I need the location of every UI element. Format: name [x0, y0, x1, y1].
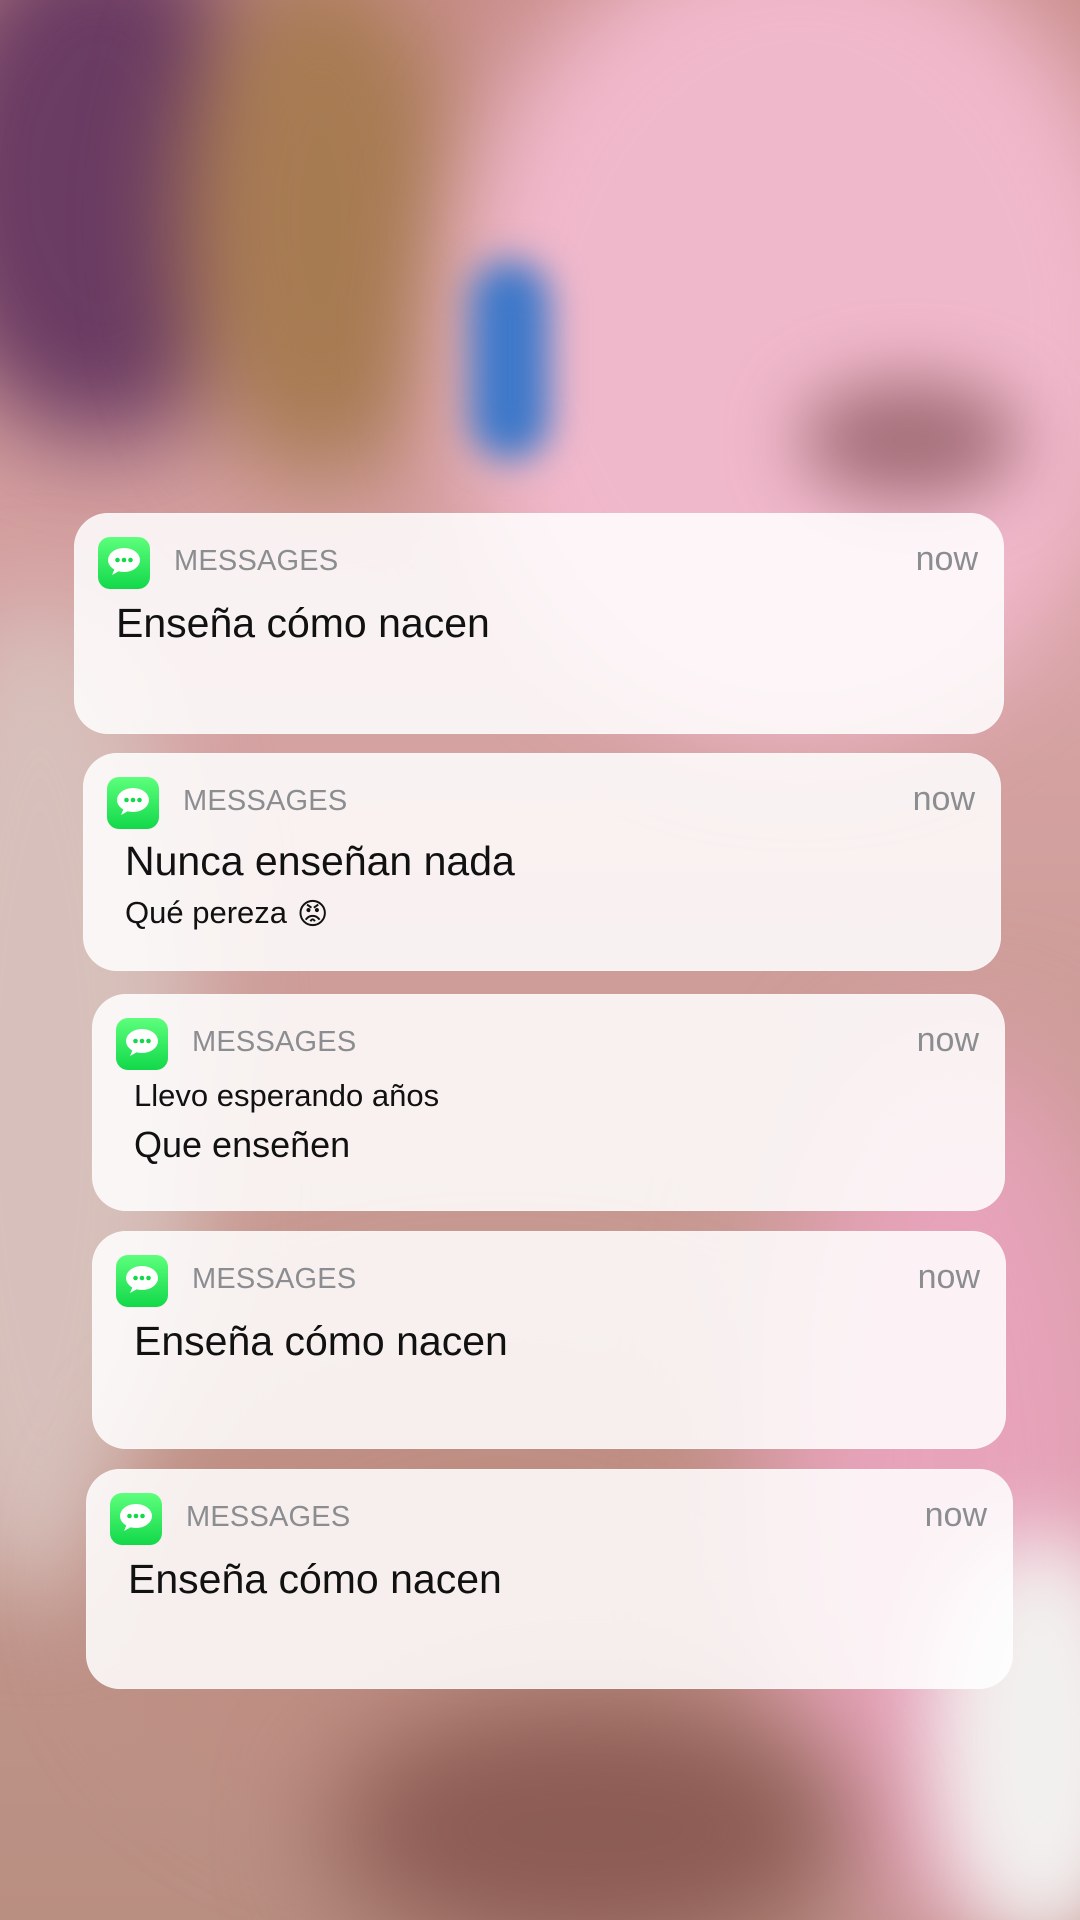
messages-icon: [110, 1493, 162, 1545]
app-name: MESSAGES: [183, 785, 348, 817]
notification-card-4[interactable]: MESSAGES now Enseña cómo nacen: [92, 1231, 1006, 1449]
message-line-1: Nunca enseñan nada: [125, 838, 515, 884]
notification-card-1[interactable]: MESSAGES now Enseña cómo nacen: [74, 513, 1004, 734]
notification-card-2[interactable]: MESSAGES now Nunca enseñan nada Qué pere…: [83, 753, 1001, 971]
message-line-1: Llevo esperando años: [134, 1078, 440, 1113]
notification-time: now: [924, 1496, 987, 1534]
messages-icon: [116, 1018, 168, 1070]
background-blur-shape: [800, 380, 1020, 500]
message-line-2: Qué pereza 😡: [125, 895, 328, 933]
app-name: MESSAGES: [192, 1026, 357, 1058]
notification-time: now: [915, 540, 978, 578]
app-name: MESSAGES: [186, 1501, 351, 1533]
notification-card-3[interactable]: MESSAGES now Llevo esperando años Que en…: [92, 994, 1005, 1211]
message-line-2: Que enseñen: [134, 1124, 351, 1165]
background-blur-shape: [470, 260, 550, 460]
background-blur-shape: [180, 0, 460, 480]
notification-time: now: [916, 1021, 979, 1059]
notification-time: now: [917, 1258, 980, 1296]
messages-icon: [107, 777, 159, 829]
app-name: MESSAGES: [174, 545, 339, 577]
messages-icon: [116, 1255, 168, 1307]
message-text: Qué pereza: [125, 895, 287, 930]
message-line-1: Enseña cómo nacen: [116, 600, 490, 646]
messages-icon: [98, 537, 150, 589]
notification-time: now: [912, 780, 975, 818]
angry-face-icon: 😡: [297, 897, 329, 931]
app-name: MESSAGES: [192, 1263, 357, 1295]
message-line-1: Enseña cómo nacen: [128, 1556, 502, 1602]
notification-card-5[interactable]: MESSAGES now Enseña cómo nacen: [86, 1469, 1013, 1689]
message-line-1: Enseña cómo nacen: [134, 1318, 508, 1364]
